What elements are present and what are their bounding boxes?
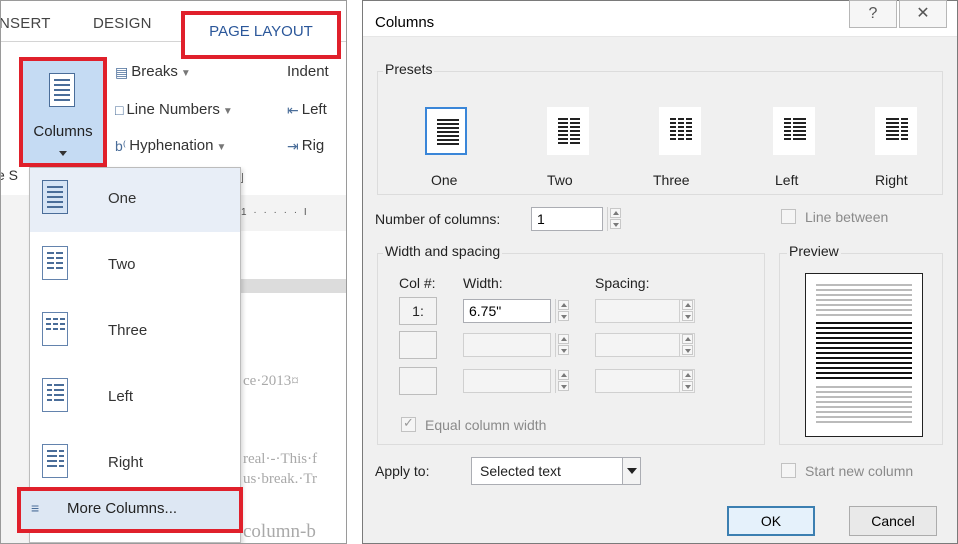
one-column-icon (42, 180, 68, 214)
three-columns-icon (42, 312, 68, 346)
dialog-titlebar: Columns ? ✕ (363, 0, 957, 37)
line-between-label: Line between (805, 209, 889, 225)
preset-two-label: Two (547, 172, 573, 188)
two-columns-icon (42, 246, 68, 280)
preview-page (805, 273, 923, 437)
preset-left[interactable] (769, 107, 815, 157)
right-column-icon (875, 107, 917, 155)
equal-column-width-label: Equal column width (425, 417, 547, 433)
width-spacing-title: Width and spacing (383, 243, 503, 259)
more-columns-label: More Columns... (67, 500, 178, 517)
width-input[interactable]: 6.75" (463, 299, 551, 323)
document-text-line: ce·2013¤ (243, 373, 299, 389)
preset-three[interactable] (655, 107, 701, 157)
word-ribbon-panel: NSERT DESIGN PAGE LAYOUT Columns ▤ Breaks… (0, 0, 347, 544)
more-columns-button[interactable]: ≡ More Columns... (17, 487, 243, 533)
hyphenation-icon: b⁽ (115, 137, 127, 154)
apply-to-label: Apply to: (375, 463, 430, 479)
tab-page-layout[interactable]: PAGE LAYOUT (181, 11, 341, 59)
document-text-line: us·break.·Tr (243, 471, 318, 487)
indent-left-icon: ⇤ (287, 101, 299, 118)
line-numbers-icon: □ (115, 102, 124, 119)
width-spinner[interactable] (555, 333, 571, 357)
columns-icon: ≡ (31, 500, 40, 516)
number-of-columns-label: Number of columns: (375, 211, 501, 227)
chevron-down-icon: ▼ (180, 68, 191, 79)
preset-left-label: Left (775, 172, 799, 188)
width-input[interactable] (463, 369, 551, 393)
columns-dialog: Columns ? ✕ Presets One Two Three Left R… (362, 0, 958, 544)
line-between-checkbox[interactable] (781, 209, 796, 224)
menu-item-three[interactable]: Three (30, 300, 240, 364)
line-numbers-button[interactable]: □ Line Numbers ▼ (115, 101, 233, 118)
left-column-icon (773, 107, 815, 155)
document-text-line: column-b (243, 521, 316, 542)
breaks-button[interactable]: ▤ Breaks ▼ (115, 63, 191, 81)
indent-heading: Indent (287, 63, 329, 80)
preset-right-label: Right (875, 172, 908, 188)
number-of-columns-input[interactable]: 1 (531, 207, 603, 231)
dialog-title: Columns (375, 14, 435, 31)
preset-two[interactable] (543, 107, 589, 157)
start-new-column-checkbox[interactable] (781, 463, 796, 478)
columns-label: Columns (33, 123, 93, 140)
col-number-cell: 1: (399, 297, 437, 325)
hyphenation-button[interactable]: b⁽ Hyphenation ▼ (115, 137, 226, 155)
menu-item-label: Two (108, 256, 136, 273)
help-button[interactable]: ? (849, 0, 897, 28)
ok-button[interactable]: OK (727, 506, 815, 536)
menu-item-label: Three (108, 322, 148, 339)
page-setup-group-label: e S (1, 167, 19, 183)
indent-right-icon: ⇥ (287, 137, 299, 154)
width-spinner[interactable] (555, 299, 571, 323)
three-columns-icon (659, 107, 701, 155)
menu-item-left[interactable]: Left (30, 366, 240, 430)
width-header: Width: (463, 275, 503, 291)
preset-three-label: Three (653, 172, 690, 188)
close-button[interactable]: ✕ (899, 0, 947, 28)
tab-design[interactable]: DESIGN (93, 15, 152, 32)
tab-insert[interactable]: NSERT (1, 15, 51, 32)
menu-item-label: Right (108, 454, 144, 471)
preset-one-label: One (431, 172, 458, 188)
cancel-button[interactable]: Cancel (849, 506, 937, 536)
left-column-icon (42, 378, 68, 412)
menu-item-label: One (108, 190, 137, 207)
preset-right[interactable] (871, 107, 917, 157)
col-number-cell (399, 367, 437, 395)
spacing-spinner[interactable] (679, 369, 695, 393)
menu-item-label: Left (108, 388, 134, 405)
indent-left-field[interactable]: ⇤ Left (287, 101, 327, 119)
chevron-down-icon (622, 458, 640, 484)
chevron-down-icon: ▼ (216, 142, 227, 153)
columns-button[interactable]: Columns (19, 57, 107, 167)
width-spinner[interactable] (555, 369, 571, 393)
number-of-columns-spinner[interactable] (607, 207, 623, 231)
chevron-down-icon (59, 151, 67, 156)
start-new-column-label: Start new column (805, 463, 914, 479)
breaks-icon: ▤ (115, 63, 129, 80)
preset-one[interactable] (421, 107, 467, 157)
col-number-header: Col #: (399, 275, 436, 291)
one-column-icon (425, 107, 467, 155)
two-columns-icon (547, 107, 589, 155)
spacing-spinner[interactable] (679, 333, 695, 357)
right-column-icon (42, 444, 68, 478)
menu-item-one[interactable]: One (30, 168, 240, 232)
chevron-down-icon: ▼ (222, 106, 233, 117)
document-divider (241, 279, 346, 293)
columns-icon (49, 73, 75, 107)
spacing-spinner[interactable] (679, 299, 695, 323)
ruler: 1 · · · · · I (241, 207, 309, 218)
col-number-cell (399, 331, 437, 359)
preview-title: Preview (787, 243, 841, 259)
width-input[interactable] (463, 333, 551, 357)
equal-column-width-checkbox[interactable] (401, 415, 416, 432)
indent-right-field[interactable]: ⇥ Rig (287, 137, 324, 155)
spacing-header: Spacing: (595, 275, 650, 291)
presets-title: Presets (383, 61, 435, 77)
document-text-line: real·-·This·f (243, 451, 318, 467)
menu-item-two[interactable]: Two (30, 234, 240, 298)
apply-to-select[interactable]: Selected text (471, 457, 641, 485)
